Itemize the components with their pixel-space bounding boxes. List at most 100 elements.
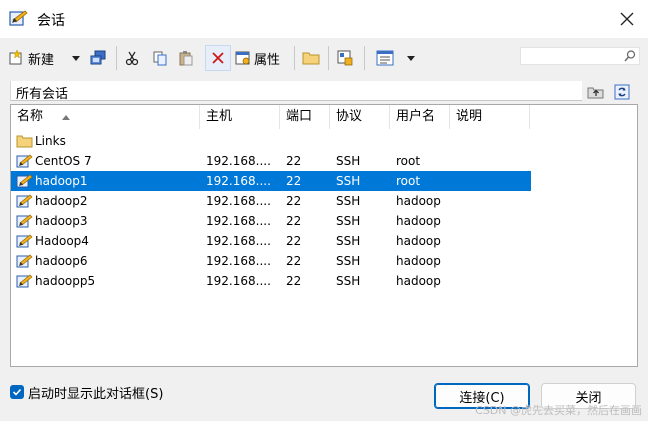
view-mode-button[interactable] xyxy=(376,45,394,71)
copy-button[interactable] xyxy=(152,45,168,71)
search-input[interactable] xyxy=(520,47,640,65)
session-app-icon xyxy=(9,10,28,26)
sort-ascending-icon xyxy=(62,114,71,120)
shortcut-button[interactable] xyxy=(336,45,354,71)
computers-icon xyxy=(90,50,106,65)
session-icon xyxy=(16,194,33,208)
session-row[interactable]: hadoop2 192.168.... 22 SSH hadoop xyxy=(11,191,531,211)
session-list[interactable]: 名称 主机 端口 协议 用户名 说明 Links CentOS 7 192.168.… xyxy=(10,104,638,367)
toolbar-separator xyxy=(294,46,295,70)
protocol-cell: SSH xyxy=(336,274,361,288)
name-cell: Links xyxy=(35,134,66,148)
protocol-cell: SSH xyxy=(336,254,361,268)
host-cell: 192.168.... xyxy=(206,274,271,288)
scissors-icon xyxy=(125,51,139,66)
port-cell: 22 xyxy=(286,194,302,208)
host-cell: 192.168.... xyxy=(206,194,271,208)
username-cell: hadoop xyxy=(396,214,441,228)
username-cell: root xyxy=(396,174,421,188)
session-icon xyxy=(16,174,33,188)
toolbar-separator xyxy=(116,46,117,70)
name-cell: hadoop3 xyxy=(35,214,88,228)
host-cell: 192.168.... xyxy=(206,254,271,268)
view-list-icon xyxy=(376,50,394,66)
title-bar: 会话 xyxy=(0,0,648,38)
properties-button[interactable]: 属性 xyxy=(234,45,280,71)
toolbar-separator xyxy=(364,46,365,70)
shortcut-lock-icon xyxy=(337,50,353,66)
name-cell: hadoop2 xyxy=(35,194,88,208)
paste-icon xyxy=(179,51,193,66)
port-cell: 22 xyxy=(286,254,302,268)
properties-icon xyxy=(235,51,250,65)
name-cell: hadoopp5 xyxy=(35,274,96,288)
username-cell: hadoop xyxy=(396,194,441,208)
watermark: CSDN @虎先去买菜，然后在画画 xyxy=(475,404,642,417)
session-icon xyxy=(16,234,33,248)
host-cell: 192.168.... xyxy=(206,174,271,188)
port-cell: 22 xyxy=(286,154,302,168)
protocol-cell: SSH xyxy=(336,214,361,228)
protocol-cell: SSH xyxy=(336,154,361,168)
close-window-button[interactable] xyxy=(616,8,638,30)
window-title: 会话 xyxy=(37,13,65,29)
list-header: 名称 主机 端口 协议 用户名 说明 xyxy=(11,105,637,129)
checkmark-icon xyxy=(12,388,22,396)
new-dropdown-button[interactable] xyxy=(70,45,82,71)
breadcrumb: 所有会话 xyxy=(10,81,582,102)
chevron-down-icon xyxy=(407,56,415,61)
session-row[interactable]: hadoop1 192.168.... 22 SSH root xyxy=(11,171,531,191)
cut-button[interactable] xyxy=(124,45,140,71)
username-cell: hadoop xyxy=(396,234,441,248)
new-session-label: 新建 xyxy=(28,52,55,68)
properties-label: 属性 xyxy=(254,52,281,68)
folder-up-icon xyxy=(587,87,604,99)
up-folder-button[interactable] xyxy=(587,84,605,103)
chevron-down-icon xyxy=(72,56,80,61)
column-header-host[interactable]: 主机 xyxy=(200,105,280,129)
column-header-name[interactable]: 名称 xyxy=(11,105,200,129)
session-row[interactable]: CentOS 7 192.168.... 22 SSH root xyxy=(11,151,531,171)
column-header-username[interactable]: 用户名 xyxy=(390,105,450,129)
column-header-description[interactable]: 说明 xyxy=(450,105,530,129)
breadcrumb-text: 所有会话 xyxy=(16,87,69,102)
session-row[interactable]: Hadoop4 192.168.... 22 SSH hadoop xyxy=(11,231,531,251)
delete-button[interactable] xyxy=(205,45,231,71)
delete-x-icon xyxy=(212,52,224,64)
refresh-icon xyxy=(614,84,630,100)
username-cell: hadoop xyxy=(396,254,441,268)
show-on-startup-checkbox[interactable]: 启动时显示此对话框(S) xyxy=(10,383,163,402)
column-header-protocol[interactable]: 协议 xyxy=(330,105,390,129)
protocol-cell: SSH xyxy=(336,174,361,188)
name-cell: Hadoop4 xyxy=(35,234,89,248)
session-row[interactable]: hadoopp5 192.168.... 22 SSH hadoop xyxy=(11,271,531,291)
port-cell: 22 xyxy=(286,234,302,248)
host-cell: 192.168.... xyxy=(206,154,271,168)
paste-button[interactable] xyxy=(178,45,194,71)
session-row[interactable]: hadoop3 192.168.... 22 SSH hadoop xyxy=(11,211,531,231)
session-row[interactable]: hadoop6 192.168.... 22 SSH hadoop xyxy=(11,251,531,271)
checkbox-box xyxy=(10,385,24,399)
session-manager-button[interactable] xyxy=(89,45,107,71)
host-cell: 192.168.... xyxy=(206,234,271,248)
column-header-port[interactable]: 端口 xyxy=(280,105,330,129)
host-cell: 192.168.... xyxy=(206,214,271,228)
protocol-cell: SSH xyxy=(336,234,361,248)
refresh-button[interactable] xyxy=(614,84,630,103)
port-cell: 22 xyxy=(286,274,302,288)
view-dropdown-button[interactable] xyxy=(405,45,417,71)
new-session-icon xyxy=(9,49,22,65)
search-icon xyxy=(624,50,636,62)
new-folder-button[interactable] xyxy=(302,45,320,71)
protocol-cell: SSH xyxy=(336,194,361,208)
session-icon xyxy=(16,154,33,168)
session-icon xyxy=(16,254,33,268)
new-session-button[interactable]: 新建 xyxy=(8,45,54,71)
folder-icon xyxy=(16,135,33,148)
name-cell: hadoop1 xyxy=(35,174,88,188)
copy-icon xyxy=(153,51,167,66)
toolbar-separator xyxy=(328,46,329,70)
port-cell: 22 xyxy=(286,174,302,188)
folder-row[interactable]: Links xyxy=(11,131,531,151)
folder-icon xyxy=(302,52,320,65)
